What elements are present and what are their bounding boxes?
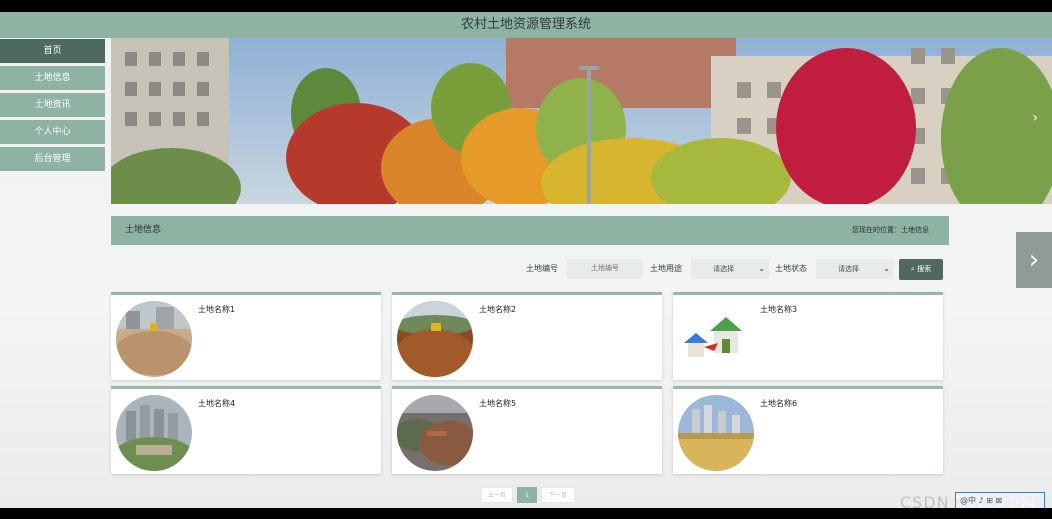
search-button-label: 搜索 (917, 265, 932, 273)
land-thumbnail (116, 301, 192, 377)
land-usage-value: 请选择 (713, 265, 734, 273)
hero-banner: › (111, 38, 1052, 204)
sidebar: 首页 土地信息 土地资讯 个人中心 后台管理 (0, 39, 105, 174)
land-card[interactable]: 土地名称3 (673, 292, 943, 380)
land-thumbnail (116, 395, 192, 471)
land-code-label: 土地编号 (526, 264, 558, 273)
page-1-button[interactable]: 1 (517, 487, 537, 503)
land-status-label: 土地状态 (775, 264, 807, 273)
banner-next-icon[interactable]: › (1032, 110, 1038, 126)
search-button[interactable]: ⌕ 搜索 (899, 259, 943, 280)
land-name: 土地名称2 (479, 305, 517, 314)
land-usage-label: 土地用途 (650, 264, 682, 273)
land-card[interactable]: 土地名称4 (111, 386, 381, 474)
app-title: 农村土地资源管理系统 (460, 17, 591, 32)
land-thumbnail (678, 395, 754, 471)
filter-bar: 土地编号 土地用途 请选择 ⌄ 土地状态 请选择 ⌄ (0, 259, 1052, 279)
land-card[interactable]: 土地名称1 (111, 292, 381, 380)
land-thumbnail (397, 395, 473, 471)
land-name: 土地名称6 (760, 399, 798, 408)
house-icon (678, 301, 754, 377)
sidebar-item-land-news[interactable]: 土地资讯 (0, 93, 105, 117)
next-page-button[interactable]: 下一页 (541, 487, 575, 503)
land-thumbnail (397, 301, 473, 377)
chevron-down-icon: ⌄ (758, 264, 765, 273)
app-window: 农村土地资源管理系统 首页 土地信息 土地资讯 个人中心 后台管理 › › 土地… (0, 12, 1052, 508)
land-card[interactable]: 土地名称5 (392, 386, 662, 474)
banner-image (111, 38, 1052, 204)
pagination: 上一页 1 下一页 (0, 487, 1052, 503)
land-name: 土地名称5 (479, 399, 517, 408)
section-title: 土地信息 (125, 225, 162, 235)
land-name: 土地名称3 (760, 305, 798, 314)
sidebar-item-profile[interactable]: 个人中心 (0, 120, 105, 144)
search-icon: ⌕ (910, 265, 915, 273)
section-header: 土地信息 您现在的位置：土地信息 (111, 216, 949, 245)
land-status-value: 请选择 (838, 265, 859, 273)
sidebar-item-home[interactable]: 首页 (0, 39, 105, 63)
land-card[interactable]: 土地名称6 (673, 386, 943, 474)
land-name: 土地名称4 (198, 399, 236, 408)
breadcrumb: 您现在的位置：土地信息 (852, 226, 929, 234)
prev-page-button[interactable]: 上一页 (481, 487, 513, 503)
land-card[interactable]: 土地名称2 (392, 292, 662, 380)
ime-taskbar-chip[interactable]: @中 ♪ ⊞ ⊠ (955, 492, 1045, 508)
sidebar-item-admin[interactable]: 后台管理 (0, 147, 105, 171)
sidebar-item-land-info[interactable]: 土地信息 (0, 66, 105, 90)
land-code-input[interactable] (567, 259, 643, 279)
land-name: 土地名称1 (198, 305, 236, 314)
land-usage-select[interactable]: 请选择 ⌄ (691, 259, 769, 279)
chevron-down-icon: ⌄ (883, 264, 890, 273)
app-header: 农村土地资源管理系统 (0, 12, 1052, 38)
land-status-select[interactable]: 请选择 ⌄ (816, 259, 894, 279)
